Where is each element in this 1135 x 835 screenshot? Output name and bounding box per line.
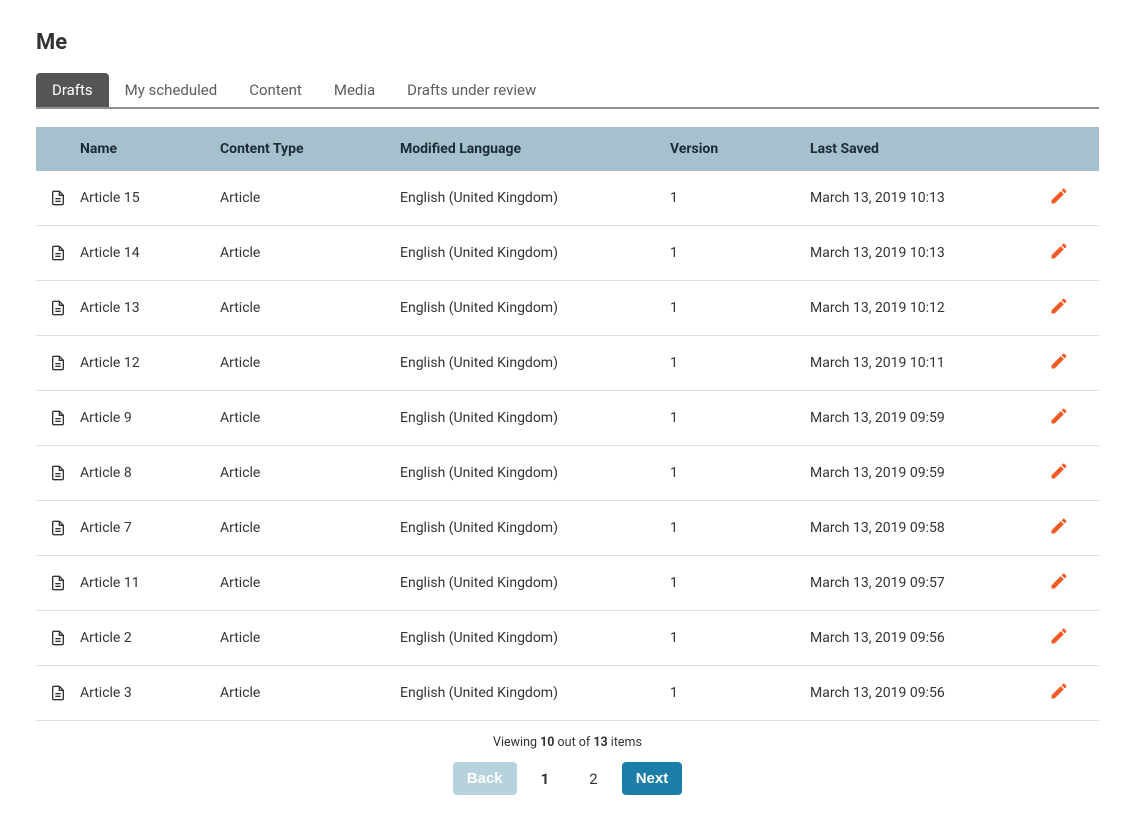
- cell-lang: English (United Kingdom): [400, 520, 670, 536]
- edit-icon[interactable]: [1049, 186, 1069, 206]
- document-icon: [50, 464, 66, 482]
- edit-icon[interactable]: [1049, 516, 1069, 536]
- cell-saved: March 13, 2019 09:56: [810, 630, 1040, 646]
- document-icon: [50, 244, 66, 262]
- cell-lang: English (United Kingdom): [400, 410, 670, 426]
- cell-type: Article: [220, 465, 400, 481]
- cell-version: 1: [670, 300, 810, 316]
- cell-lang: English (United Kingdom): [400, 630, 670, 646]
- cell-lang: English (United Kingdom): [400, 190, 670, 206]
- cell-version: 1: [670, 685, 810, 701]
- cell-name: Article 14: [80, 245, 220, 261]
- cell-lang: English (United Kingdom): [400, 685, 670, 701]
- edit-icon[interactable]: [1049, 241, 1069, 261]
- tab-drafts[interactable]: Drafts: [36, 73, 109, 107]
- cell-type: Article: [220, 410, 400, 426]
- document-icon: [50, 574, 66, 592]
- cell-type: Article: [220, 245, 400, 261]
- table-row: Article 14ArticleEnglish (United Kingdom…: [36, 226, 1099, 281]
- table-row: Article 8ArticleEnglish (United Kingdom)…: [36, 446, 1099, 501]
- table-row: Article 9ArticleEnglish (United Kingdom)…: [36, 391, 1099, 446]
- table-row: Article 2ArticleEnglish (United Kingdom)…: [36, 611, 1099, 666]
- table-row: Article 11ArticleEnglish (United Kingdom…: [36, 556, 1099, 611]
- col-header-name: Name: [80, 141, 220, 157]
- cell-lang: English (United Kingdom): [400, 245, 670, 261]
- cell-type: Article: [220, 190, 400, 206]
- cell-saved: March 13, 2019 09:57: [810, 575, 1040, 591]
- col-header-version: Version: [670, 141, 810, 157]
- tab-content[interactable]: Content: [233, 73, 318, 107]
- edit-icon[interactable]: [1049, 296, 1069, 316]
- edit-icon[interactable]: [1049, 626, 1069, 646]
- edit-icon[interactable]: [1049, 351, 1069, 371]
- document-icon: [50, 519, 66, 537]
- document-icon: [50, 189, 66, 207]
- cell-type: Article: [220, 630, 400, 646]
- cell-saved: March 13, 2019 10:13: [810, 190, 1040, 206]
- cell-name: Article 7: [80, 520, 220, 536]
- col-header-saved: Last Saved: [810, 141, 1040, 157]
- page-title: Me: [36, 30, 1099, 55]
- cell-lang: English (United Kingdom): [400, 465, 670, 481]
- cell-name: Article 13: [80, 300, 220, 316]
- table-row: Article 7ArticleEnglish (United Kingdom)…: [36, 501, 1099, 556]
- edit-icon[interactable]: [1049, 461, 1069, 481]
- cell-name: Article 9: [80, 410, 220, 426]
- cell-saved: March 13, 2019 10:13: [810, 245, 1040, 261]
- cell-name: Article 15: [80, 190, 220, 206]
- table-header: Name Content Type Modified Language Vers…: [36, 127, 1099, 171]
- cell-type: Article: [220, 355, 400, 371]
- document-icon: [50, 629, 66, 647]
- cell-lang: English (United Kingdom): [400, 355, 670, 371]
- cell-name: Article 11: [80, 575, 220, 591]
- cell-saved: March 13, 2019 10:12: [810, 300, 1040, 316]
- document-icon: [50, 299, 66, 317]
- cell-name: Article 2: [80, 630, 220, 646]
- cell-type: Article: [220, 575, 400, 591]
- tab-media[interactable]: Media: [318, 73, 391, 107]
- cell-version: 1: [670, 410, 810, 426]
- edit-icon[interactable]: [1049, 406, 1069, 426]
- page-number-2[interactable]: 2: [583, 766, 603, 792]
- cell-lang: English (United Kingdom): [400, 300, 670, 316]
- footer-count: Viewing 10 out of 13 items: [36, 735, 1099, 750]
- cell-version: 1: [670, 355, 810, 371]
- col-header-type: Content Type: [220, 141, 400, 157]
- cell-saved: March 13, 2019 09:59: [810, 410, 1040, 426]
- cell-version: 1: [670, 465, 810, 481]
- cell-lang: English (United Kingdom): [400, 575, 670, 591]
- table-row: Article 12ArticleEnglish (United Kingdom…: [36, 336, 1099, 391]
- table-row: Article 3ArticleEnglish (United Kingdom)…: [36, 666, 1099, 721]
- cell-saved: March 13, 2019 10:11: [810, 355, 1040, 371]
- document-icon: [50, 354, 66, 372]
- page-number-1[interactable]: 1: [535, 766, 556, 792]
- document-icon: [50, 684, 66, 702]
- cell-type: Article: [220, 685, 400, 701]
- back-button[interactable]: Back: [453, 762, 517, 795]
- cell-version: 1: [670, 520, 810, 536]
- table-row: Article 13ArticleEnglish (United Kingdom…: [36, 281, 1099, 336]
- tab-drafts-under-review[interactable]: Drafts under review: [391, 73, 552, 107]
- edit-icon[interactable]: [1049, 681, 1069, 701]
- cell-name: Article 3: [80, 685, 220, 701]
- cell-version: 1: [670, 575, 810, 591]
- cell-type: Article: [220, 300, 400, 316]
- table-row: Article 15ArticleEnglish (United Kingdom…: [36, 171, 1099, 226]
- cell-name: Article 12: [80, 355, 220, 371]
- cell-version: 1: [670, 190, 810, 206]
- cell-name: Article 8: [80, 465, 220, 481]
- next-button[interactable]: Next: [622, 762, 683, 795]
- col-header-lang: Modified Language: [400, 141, 670, 157]
- cell-version: 1: [670, 245, 810, 261]
- cell-saved: March 13, 2019 09:56: [810, 685, 1040, 701]
- pagination: Back 1 2 Next: [36, 762, 1099, 795]
- tabs: DraftsMy scheduledContentMediaDrafts und…: [36, 73, 1099, 109]
- cell-saved: March 13, 2019 09:59: [810, 465, 1040, 481]
- cell-type: Article: [220, 520, 400, 536]
- document-icon: [50, 409, 66, 427]
- cell-version: 1: [670, 630, 810, 646]
- edit-icon[interactable]: [1049, 571, 1069, 591]
- cell-saved: March 13, 2019 09:58: [810, 520, 1040, 536]
- tab-my-scheduled[interactable]: My scheduled: [109, 73, 234, 107]
